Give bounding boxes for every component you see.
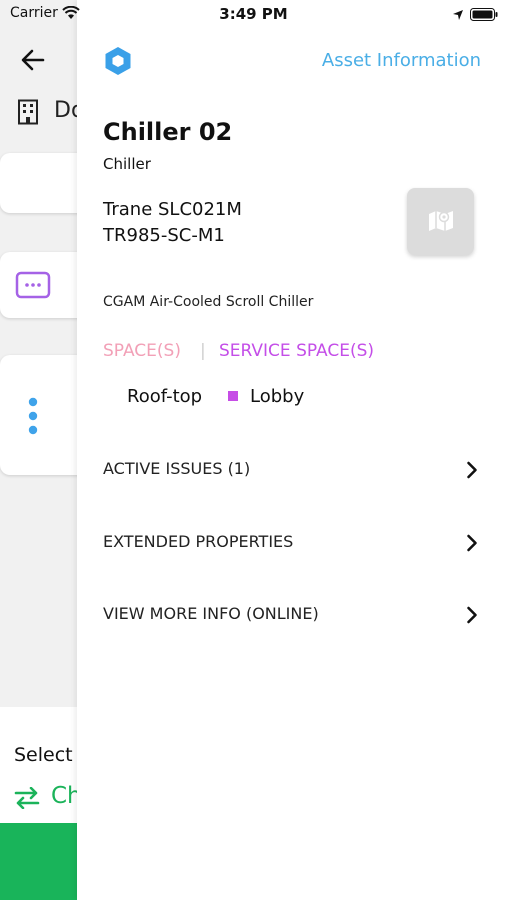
building-icon (17, 99, 39, 129)
back-arrow-icon[interactable] (20, 47, 46, 77)
view-more-info-row[interactable]: VIEW MORE INFO (ONLINE) (77, 594, 507, 634)
swap-arrows-icon[interactable] (14, 786, 40, 813)
tab-spaces[interactable]: SPACE(S) (103, 341, 181, 361)
active-issues-label: ACTIVE ISSUES (1) (103, 459, 251, 478)
map-icon (428, 209, 454, 237)
more-vertical-icon[interactable] (27, 397, 39, 439)
location-arrow-icon (452, 6, 464, 25)
asset-model: Trane SLC021M (103, 199, 242, 220)
extended-properties-label: EXTENDED PROPERTIES (103, 532, 294, 551)
hexagon-logo-icon (104, 46, 132, 80)
background-title-fragment: Do (54, 98, 77, 123)
tab-separator: | (200, 341, 206, 361)
space-value: Roof-top (127, 386, 203, 407)
background-select-label: Select (14, 744, 73, 766)
map-button[interactable] (407, 188, 474, 255)
background-screen: Do Select Ch (0, 0, 77, 900)
background-green-button[interactable] (0, 823, 77, 900)
drawer-title: Asset Information (321, 50, 481, 71)
service-space-color-swatch (228, 391, 238, 401)
tab-service-spaces[interactable]: SERVICE SPACE(S) (219, 341, 374, 361)
asset-serial: TR985-SC-M1 (103, 225, 225, 246)
asset-name: Chiller 02 (103, 118, 233, 146)
active-issues-row[interactable]: ACTIVE ISSUES (1) (77, 449, 507, 489)
asset-description: CGAM Air-Cooled Scroll Chiller (103, 294, 314, 310)
extended-properties-row[interactable]: EXTENDED PROPERTIES (77, 522, 507, 562)
chevron-right-icon (466, 534, 478, 556)
clock: 3:49 PM (219, 5, 288, 23)
service-space-value: Lobby (250, 386, 305, 407)
background-card[interactable] (0, 153, 77, 213)
battery-icon (470, 6, 498, 25)
ticket-icon (15, 270, 51, 304)
chevron-right-icon (466, 606, 478, 628)
status-bar: Carrier 3:49 PM (0, 0, 507, 30)
asset-info-drawer: Asset Information Chiller 02 Chiller Tra… (77, 0, 507, 900)
background-action-fragment[interactable]: Ch (51, 783, 77, 809)
view-more-info-label: VIEW MORE INFO (ONLINE) (103, 604, 319, 623)
chevron-right-icon (466, 461, 478, 483)
asset-type: Chiller (103, 155, 151, 173)
